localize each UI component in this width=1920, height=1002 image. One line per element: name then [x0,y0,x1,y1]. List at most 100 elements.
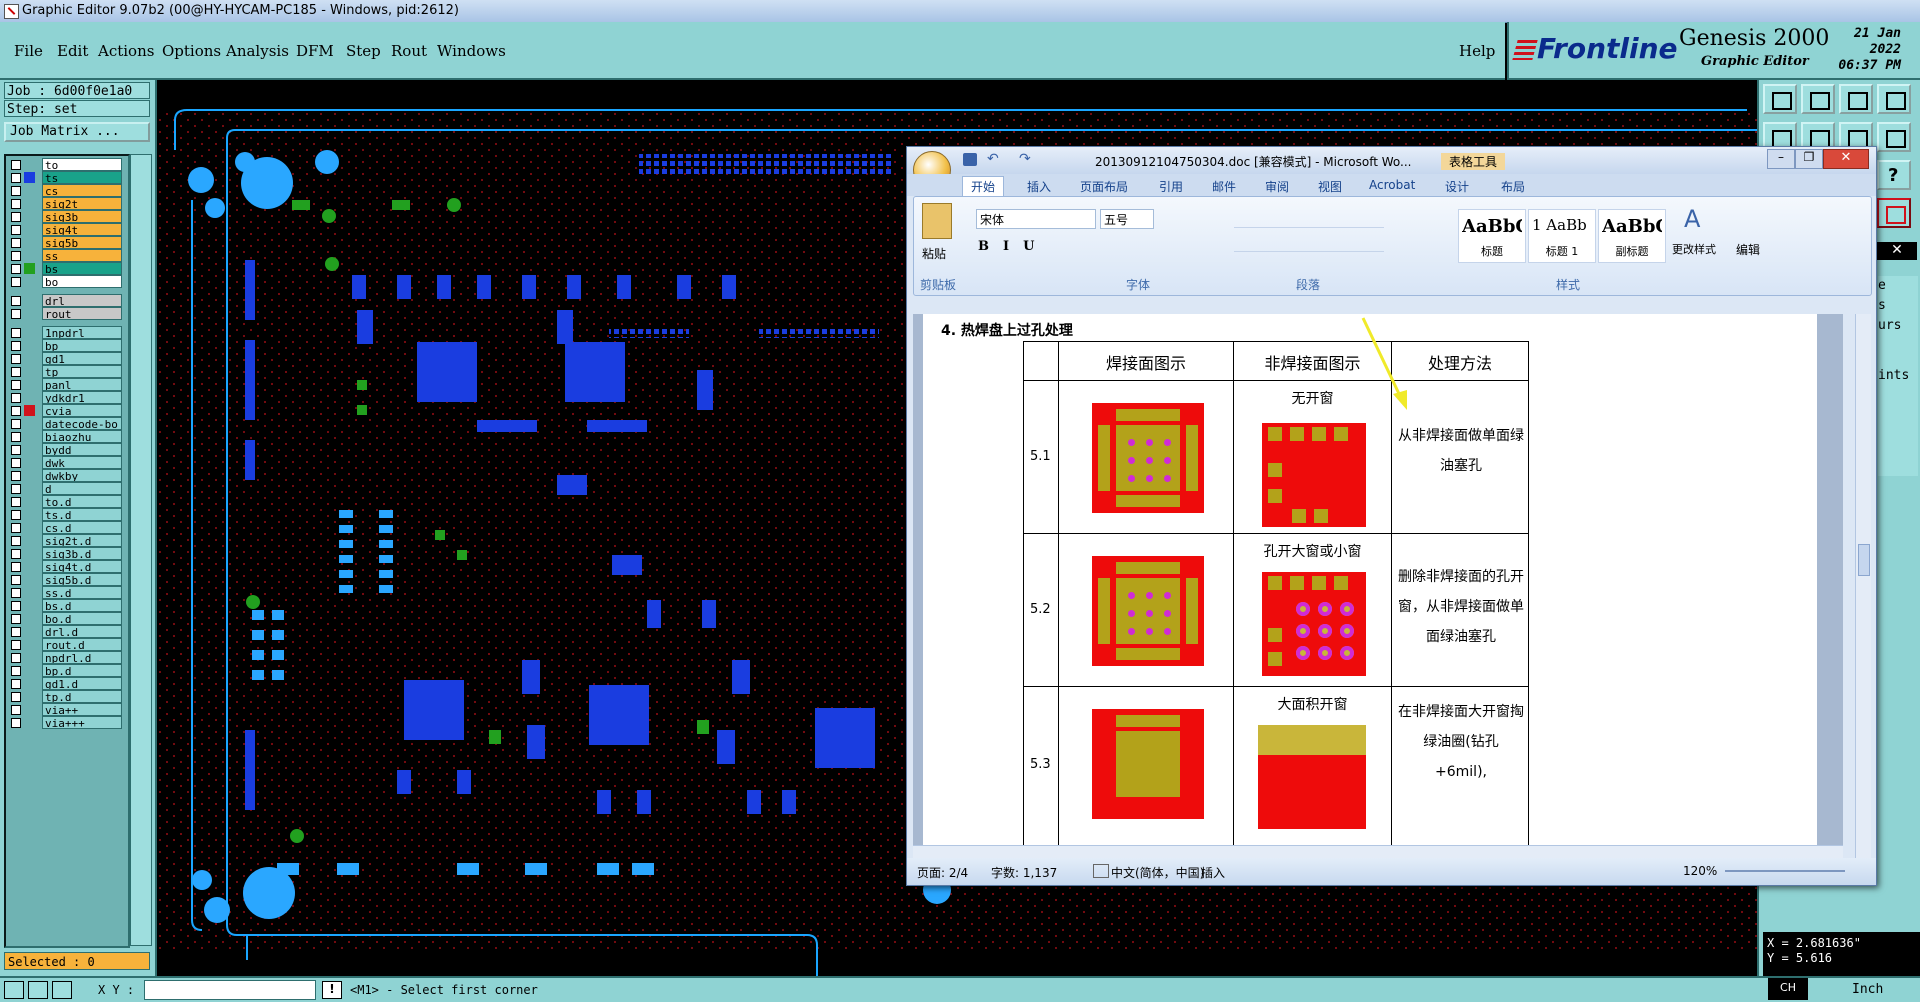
menu-windows[interactable]: Windows [437,42,506,60]
layer-checkbox[interactable] [11,419,21,429]
layer-row[interactable]: sig5b [8,236,124,250]
tab-mailings[interactable]: 邮件 [1212,178,1236,195]
units-label[interactable]: Inch [1852,982,1883,997]
layer-checkbox[interactable] [11,160,21,170]
layer-row[interactable]: drl.d [8,625,124,639]
layer-checkbox[interactable] [11,406,21,416]
layer-checkbox[interactable] [11,186,21,196]
select-tool-icon[interactable] [4,981,24,999]
layer-checkbox[interactable] [11,238,21,248]
menu-options[interactable]: Options [162,42,221,60]
layer-name[interactable]: bs.d [42,599,122,612]
menu-actions[interactable]: Actions [98,42,154,60]
layer-row[interactable]: sig4t [8,223,124,237]
layer-name[interactable]: sig2t.d [42,534,122,547]
layer-name[interactable]: sig3b [42,210,122,223]
word-count[interactable]: 字数: 1,137 [991,864,1057,881]
document-horizontal-scrollbar[interactable] [913,845,1843,859]
document-vertical-scrollbar[interactable] [1855,314,1871,858]
layer-checkbox[interactable] [11,666,21,676]
layer-name[interactable]: sig5b [42,236,122,249]
layer-row[interactable]: tp [8,365,124,379]
layer-row[interactable]: gd1 [8,352,124,366]
layer-row[interactable]: rout [8,307,124,321]
layer-row[interactable]: tp.d [8,690,124,704]
layer-row[interactable]: cs [8,184,124,198]
tool-button-active[interactable] [1877,198,1911,228]
tool-button-8[interactable] [1877,122,1911,152]
layer-checkbox[interactable] [11,277,21,287]
menu-step[interactable]: Step [346,42,381,60]
layer-name[interactable]: gd1 [42,352,122,365]
layer-name[interactable]: ydkdr1 [42,391,122,404]
layer-row[interactable]: ts.d [8,508,124,522]
tab-review[interactable]: 审阅 [1265,178,1289,195]
layer-checkbox[interactable] [11,705,21,715]
layer-name[interactable]: sig5b.d [42,573,122,586]
layer-row[interactable]: bs.d [8,599,124,613]
layer-name[interactable]: drl [42,294,122,307]
xy-input[interactable] [144,980,316,1000]
layer-checkbox[interactable] [11,653,21,663]
tab-references[interactable]: 引用 [1159,178,1183,195]
layer-list-scrollbar[interactable] [130,154,152,946]
redo-icon[interactable]: ↷ [1019,151,1031,167]
insert-mode[interactable]: 插入 [1201,864,1225,881]
layer-checkbox[interactable] [11,225,21,235]
layer-name[interactable]: bp.d [42,664,122,677]
layer-row[interactable]: ydkdr1 [8,391,124,405]
layer-row[interactable]: drl [8,294,124,308]
change-styles-icon[interactable]: A [1684,205,1700,233]
layer-checkbox[interactable] [11,601,21,611]
layer-name[interactable]: biaozhu [42,430,122,443]
menu-dfm[interactable]: DFM [296,42,334,60]
layer-row[interactable]: via++ [8,703,124,717]
font-size-select[interactable]: 五号 [1100,209,1154,229]
layer-checkbox[interactable] [11,251,21,261]
layer-checkbox[interactable] [11,328,21,338]
layer-row[interactable]: sig5b.d [8,573,124,587]
layer-row[interactable]: 1npdrl [8,326,124,340]
layer-row[interactable]: sig2t.d [8,534,124,548]
menu-file[interactable]: File [14,42,43,60]
layer-row[interactable]: rout.d [8,638,124,652]
layer-name[interactable]: 1npdrl [42,326,122,339]
tab-page-layout[interactable]: 页面布局 [1080,178,1128,195]
layer-name[interactable]: npdrl.d [42,651,122,664]
layer-checkbox[interactable] [11,484,21,494]
zoom-level[interactable]: 120% [1683,864,1717,878]
menu-rout[interactable]: Rout [391,42,427,60]
layer-checkbox[interactable] [11,199,21,209]
layer-checkbox[interactable] [11,536,21,546]
paste-icon[interactable] [922,203,952,239]
restore-button[interactable]: ❐ [1795,149,1823,169]
layer-name[interactable]: via++ [42,703,122,716]
layer-name[interactable]: to [42,158,122,171]
layer-checkbox[interactable] [11,173,21,183]
grid-tool-icon[interactable] [52,981,72,999]
help-tool-button[interactable]: ? [1877,160,1911,190]
layer-checkbox[interactable] [11,393,21,403]
group-editing[interactable]: 编辑 [1736,241,1760,258]
layer-checkbox[interactable] [11,640,21,650]
layer-row[interactable]: datecode-bo [8,417,124,431]
layer-name[interactable]: sig3b.d [42,547,122,560]
style-heading[interactable]: AaBbC标题 [1458,209,1526,263]
layer-checkbox[interactable] [11,575,21,585]
layer-row[interactable]: to.d [8,495,124,509]
layer-name[interactable]: datecode-bo [42,417,122,430]
layer-name[interactable]: gd1.d [42,677,122,690]
page-count[interactable]: 页面: 2/4 [917,864,968,881]
layer-name[interactable]: bs [42,262,122,275]
layer-name[interactable]: tp [42,365,122,378]
layer-checkbox[interactable] [11,510,21,520]
document-area[interactable]: 4. 热焊盘上过孔处理 焊接面图示 非焊接面图示 处理方法 5.1 无开窗 从非… [913,314,1843,845]
style-subtitle[interactable]: AaBbC副标题 [1598,209,1666,263]
layer-name[interactable]: drl.d [42,625,122,638]
minimize-button[interactable]: – [1767,149,1795,169]
layer-checkbox[interactable] [11,497,21,507]
layer-checkbox[interactable] [11,562,21,572]
layer-row[interactable]: cs.d [8,521,124,535]
layer-checkbox[interactable] [11,679,21,689]
layer-row[interactable]: gd1.d [8,677,124,691]
